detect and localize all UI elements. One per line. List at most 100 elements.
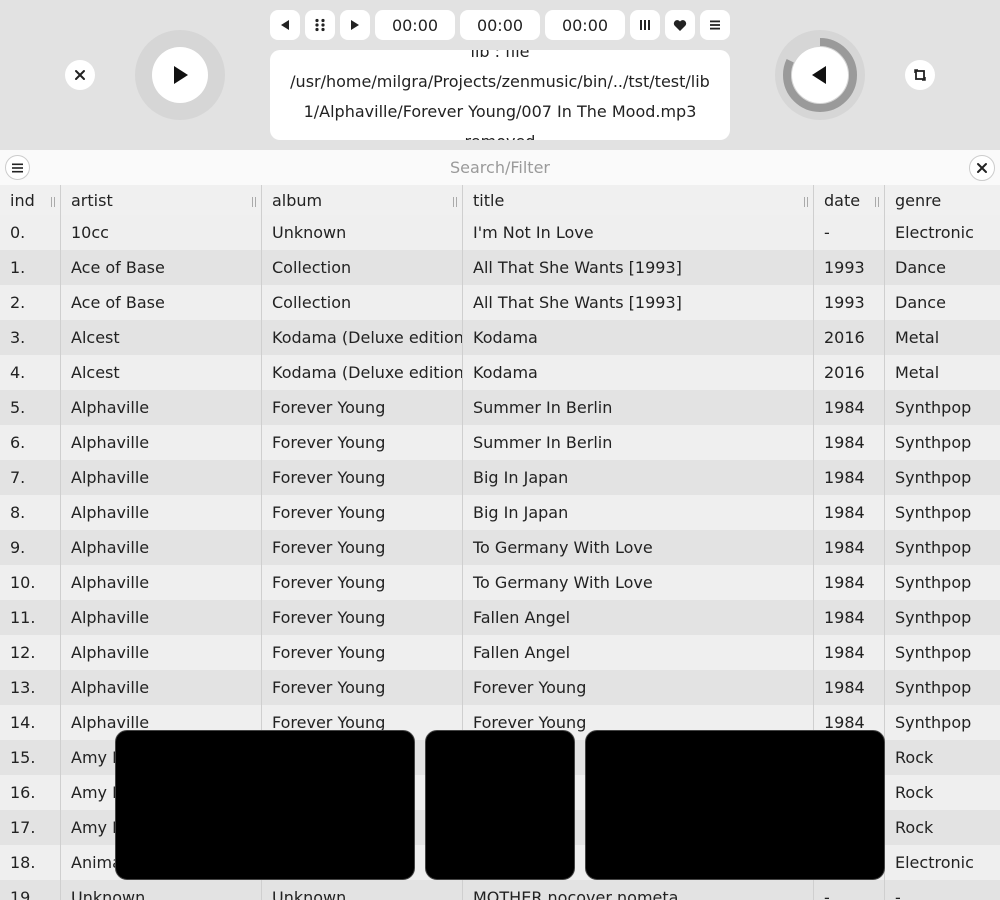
fullscreen-button[interactable] <box>905 60 935 90</box>
column-separator <box>60 185 61 900</box>
column-resize-handle[interactable] <box>453 197 457 207</box>
cell-title: Summer In Berlin <box>473 398 613 417</box>
play-button[interactable] <box>152 47 208 103</box>
like-button[interactable] <box>665 10 695 40</box>
info-line: lib : file <box>470 50 530 61</box>
table-header: ind artist album title date genre <box>0 185 1000 215</box>
column-header-genre[interactable]: genre <box>885 185 1000 215</box>
time-elapsed[interactable]: 00:00 <box>375 10 455 40</box>
time-remaining[interactable]: 00:00 <box>460 10 540 40</box>
cell-artist: Alphaville <box>71 398 150 417</box>
cell-album: Forever Young <box>272 608 386 627</box>
table-row[interactable]: 11. Alphaville Forever Young Fallen Angel 19… <box>0 600 1000 635</box>
cell-date: 1993 <box>824 293 865 312</box>
table-row[interactable]: 4. Alcest Kodama (Deluxe edition Kodama 2016… <box>0 355 1000 390</box>
cell-album: Unknown <box>272 888 347 900</box>
cell-artist: Alphaville <box>71 643 150 662</box>
cell-title: Big In Japan <box>473 503 569 522</box>
close-button[interactable] <box>65 60 95 90</box>
table-row[interactable]: 10. Alphaville Forever Young To Germany Wit… <box>0 565 1000 600</box>
cell-ind: 9. <box>10 538 26 557</box>
cell-date: - <box>824 888 830 900</box>
cell-title: Fallen Angel <box>473 608 571 627</box>
clear-search-button[interactable] <box>969 155 995 181</box>
cell-date: 1993 <box>824 258 865 277</box>
cell-album: Unknown <box>272 223 347 242</box>
play-icon <box>174 66 188 84</box>
table-row[interactable]: 19. Unknown Unknown MOTHER nocover nometa - - <box>0 880 1000 900</box>
cell-ind: 7. <box>10 468 26 487</box>
column-header-title[interactable]: title <box>463 185 814 215</box>
cell-date: 1984 <box>824 538 865 557</box>
cell-date: 1984 <box>824 503 865 522</box>
cell-artist: Ace of Base <box>71 258 165 277</box>
column-resize-handle[interactable] <box>804 197 808 207</box>
cell-artist: Alphaville <box>71 503 150 522</box>
volume-dial[interactable] <box>775 30 865 120</box>
cell-artist: Alcest <box>71 363 120 382</box>
cell-genre: Synthpop <box>895 538 972 557</box>
cell-album: Forever Young <box>272 573 386 592</box>
fullscreen-icon <box>914 69 926 81</box>
visualizer-button[interactable] <box>630 10 660 40</box>
cell-genre: Rock <box>895 748 934 767</box>
rewind-button[interactable] <box>792 47 848 103</box>
table-row[interactable]: 13. Alphaville Forever Young Forever Young 1… <box>0 670 1000 705</box>
column-resize-handle[interactable] <box>51 197 55 207</box>
rewind-icon <box>812 66 826 84</box>
column-header-album[interactable]: album <box>262 185 463 215</box>
cell-ind: 12. <box>10 643 36 662</box>
cell-artist: Alcest <box>71 328 120 347</box>
cell-title: Big In Japan <box>473 468 569 487</box>
table-row[interactable]: 3. Alcest Kodama (Deluxe edition Kodama 2016… <box>0 320 1000 355</box>
cell-artist: Alphaville <box>71 433 150 452</box>
cell-genre: Synthpop <box>895 433 972 452</box>
cell-genre: Synthpop <box>895 398 972 417</box>
dots-icon <box>315 18 325 32</box>
cell-genre: Electronic <box>895 853 974 872</box>
table-row[interactable]: 12. Alphaville Forever Young Fallen Angel 19… <box>0 635 1000 670</box>
next-button[interactable] <box>340 10 370 40</box>
menu-button[interactable] <box>700 10 730 40</box>
table-row[interactable]: 2. Ace of Base Collection All That She Want… <box>0 285 1000 320</box>
cell-ind: 0. <box>10 223 26 242</box>
search-input[interactable] <box>40 155 960 180</box>
table-row[interactable]: 9. Alphaville Forever Young To Germany With… <box>0 530 1000 565</box>
cell-ind: 18. <box>10 853 36 872</box>
cell-ind: 11. <box>10 608 36 627</box>
column-header-artist[interactable]: artist <box>61 185 262 215</box>
cell-genre: Rock <box>895 783 934 802</box>
settings-button[interactable] <box>305 10 335 40</box>
song-info-box[interactable]: lib : file /usr/home/milgra/Projects/zen… <box>270 50 730 140</box>
cell-date: 1984 <box>824 468 865 487</box>
previous-icon <box>281 20 289 30</box>
cell-genre: Dance <box>895 258 946 277</box>
column-resize-handle[interactable] <box>875 197 879 207</box>
cell-title: MOTHER nocover nometa <box>473 888 679 900</box>
info-line: /usr/home/milgra/Projects/zenmusic/bin/.… <box>290 72 710 91</box>
cell-genre: Synthpop <box>895 713 972 732</box>
search-bar <box>0 150 1000 185</box>
menu-icon <box>710 20 720 30</box>
cell-date: 1984 <box>824 573 865 592</box>
table-row[interactable]: 7. Alphaville Forever Young Big In Japan 198… <box>0 460 1000 495</box>
table-row[interactable]: 6. Alphaville Forever Young Summer In Berli… <box>0 425 1000 460</box>
cell-artist: Alphaville <box>71 678 150 697</box>
cell-ind: 4. <box>10 363 26 382</box>
time-total[interactable]: 00:00 <box>545 10 625 40</box>
cell-genre: Synthpop <box>895 678 972 697</box>
table-row[interactable]: 8. Alphaville Forever Young Big In Japan 198… <box>0 495 1000 530</box>
close-icon <box>977 163 987 173</box>
previous-button[interactable] <box>270 10 300 40</box>
table-row[interactable]: 1. Ace of Base Collection All That She Want… <box>0 250 1000 285</box>
filter-menu-button[interactable] <box>5 155 30 180</box>
cell-date: 2016 <box>824 363 865 382</box>
column-resize-handle[interactable] <box>252 197 256 207</box>
cell-ind: 10. <box>10 573 36 592</box>
table-row[interactable]: 5. Alphaville Forever Young Summer In Berli… <box>0 390 1000 425</box>
cell-date: 2016 <box>824 328 865 347</box>
table-row[interactable]: 0. 10cc Unknown I'm Not In Love - Electronic <box>0 215 1000 250</box>
cell-title: Forever Young <box>473 678 587 697</box>
cell-date: 1984 <box>824 678 865 697</box>
info-line: removed <box>270 127 730 140</box>
